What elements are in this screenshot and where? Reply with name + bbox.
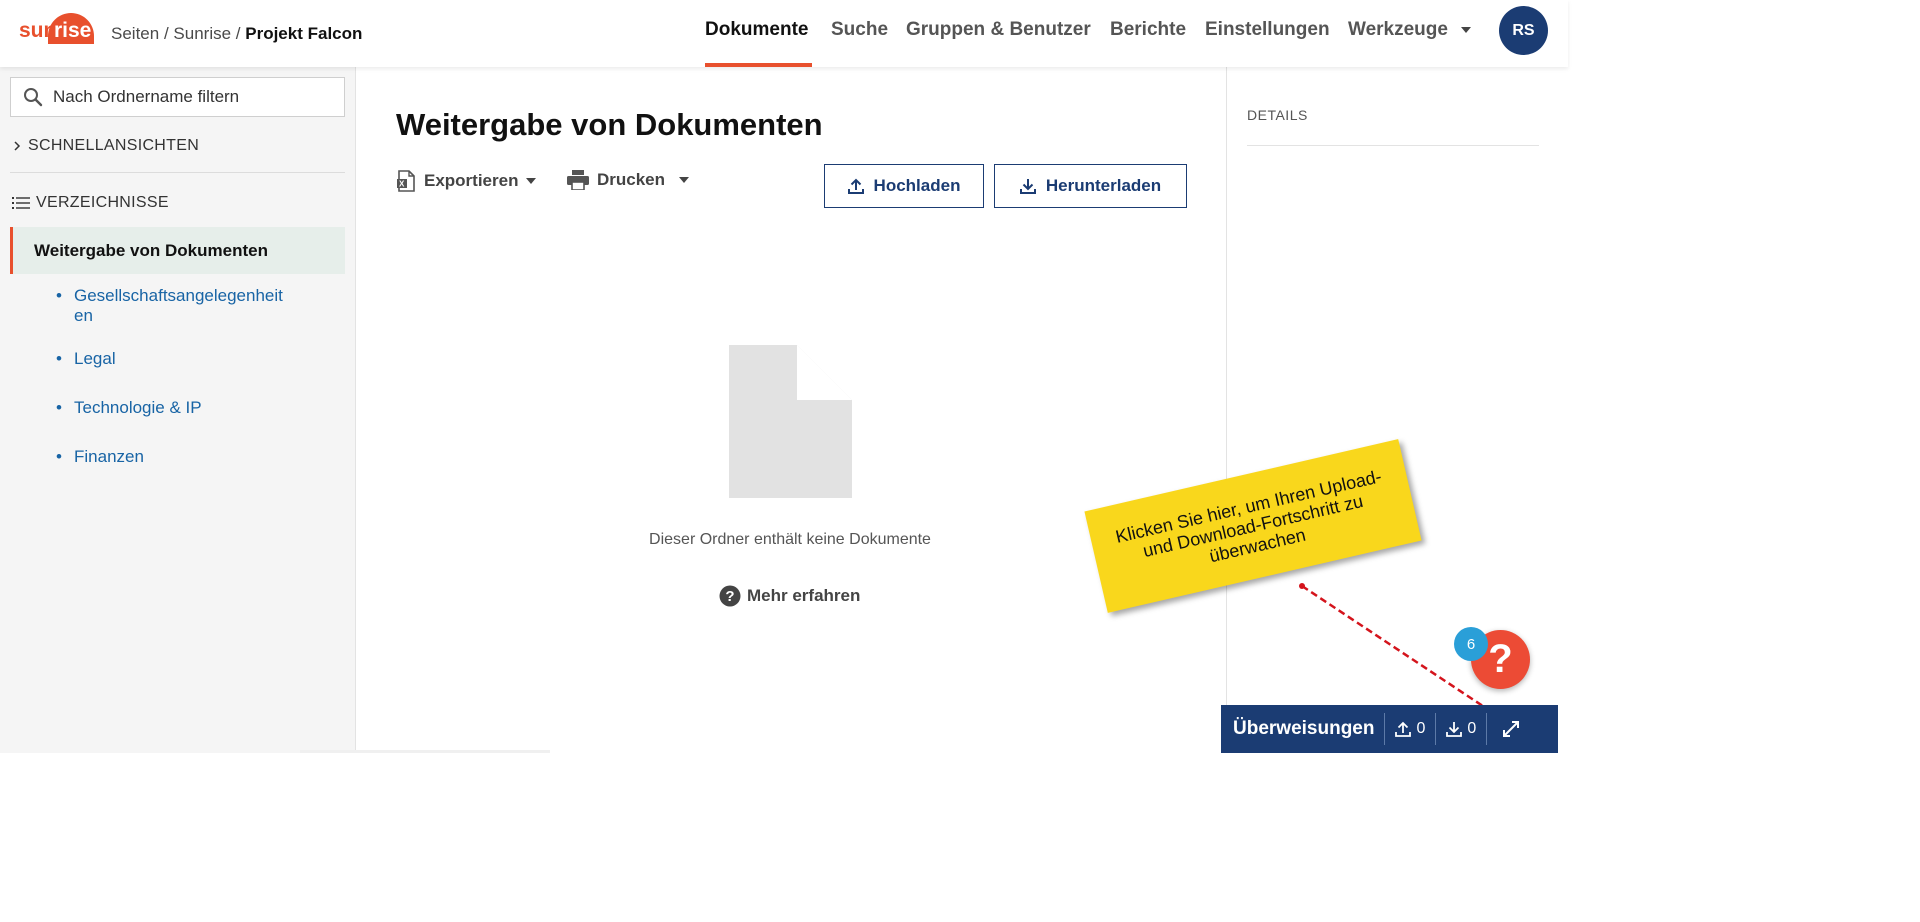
nav-tools[interactable]: Werkzeuge [1348,19,1472,41]
nav-search[interactable]: Suche [831,19,888,41]
breadcrumb-current: Projekt Falcon [245,24,363,43]
empty-document-icon [729,345,852,498]
subfolder-finance[interactable]: • Finanzen [56,447,296,467]
download-icon [1446,722,1463,737]
svg-text:?: ? [725,588,734,605]
chevron-right-icon [14,141,21,151]
svg-text:rise: rise [54,19,91,42]
svg-text:sun: sun [19,19,56,42]
nav-settings[interactable]: Einstellungen [1205,19,1330,41]
sunrise-logo[interactable]: sun rise [18,10,100,52]
help-notification-badge: 6 [1454,627,1488,661]
chevron-down-icon [526,178,537,184]
search-icon [24,88,43,107]
details-title: DETAILS [1247,107,1308,123]
learn-more-link[interactable]: ? Mehr erfahren [719,585,860,607]
breadcrumb: Seiten / Sunrise / Projekt Falcon [111,24,363,43]
details-divider [1247,145,1539,146]
folder-filter-input[interactable] [53,87,323,107]
sidebar-divider [10,172,345,173]
export-menu[interactable]: X Exportieren [396,170,537,192]
nav-documents[interactable]: Dokumente [705,19,808,41]
active-nav-indicator [705,63,812,67]
folder-filter[interactable] [10,77,345,117]
print-menu[interactable]: Drucken [567,170,690,190]
download-count: 0 [1446,720,1476,738]
transfers-bar[interactable]: Überweisungen 0 0 [1221,705,1558,753]
chevron-down-icon [1461,26,1472,33]
svg-text:X: X [399,180,405,189]
subfolder-technology[interactable]: • Technologie & IP [56,398,296,418]
upload-icon [847,178,864,194]
upload-button[interactable]: Hochladen [824,164,984,208]
bottom-scroll-strip [300,750,550,753]
download-icon [1019,179,1036,194]
user-avatar[interactable]: RS [1499,6,1548,55]
subfolder-corporate[interactable]: • Gesellschaftsangelegenheit en [56,286,296,326]
empty-folder-message: Dieser Ordner enthält keine Dokumente [649,531,931,548]
upload-count: 0 [1395,720,1425,738]
breadcrumb-sunrise[interactable]: Sunrise [173,24,231,43]
page-title: Weitergabe von Dokumenten [396,107,823,142]
nav-reports[interactable]: Berichte [1110,19,1186,41]
subfolder-legal[interactable]: • Legal [56,349,296,369]
directories-heading[interactable]: VERZEICHNISSE [12,194,169,212]
folder-sidebar: SCHNELLANSICHTEN VERZEICHNISSE Weitergab… [0,67,356,753]
chevron-down-icon [679,177,690,183]
nav-groups-users[interactable]: Gruppen & Benutzer [906,19,1091,41]
download-button[interactable]: Herunterladen [994,164,1187,208]
list-icon [12,197,30,209]
quick-views-toggle[interactable]: SCHNELLANSICHTEN [12,137,199,155]
excel-export-icon: X [397,170,415,192]
printer-icon [567,170,589,190]
expand-icon[interactable] [1501,719,1521,739]
folder-item-active[interactable]: Weitergabe von Dokumenten [10,227,345,274]
question-circle-icon: ? [719,585,741,607]
upload-icon [1395,721,1412,737]
breadcrumb-pages[interactable]: Seiten [111,24,159,43]
top-header: sun rise Seiten / Sunrise / Projekt Falc… [0,0,1568,67]
transfers-label: Überweisungen [1233,718,1375,739]
